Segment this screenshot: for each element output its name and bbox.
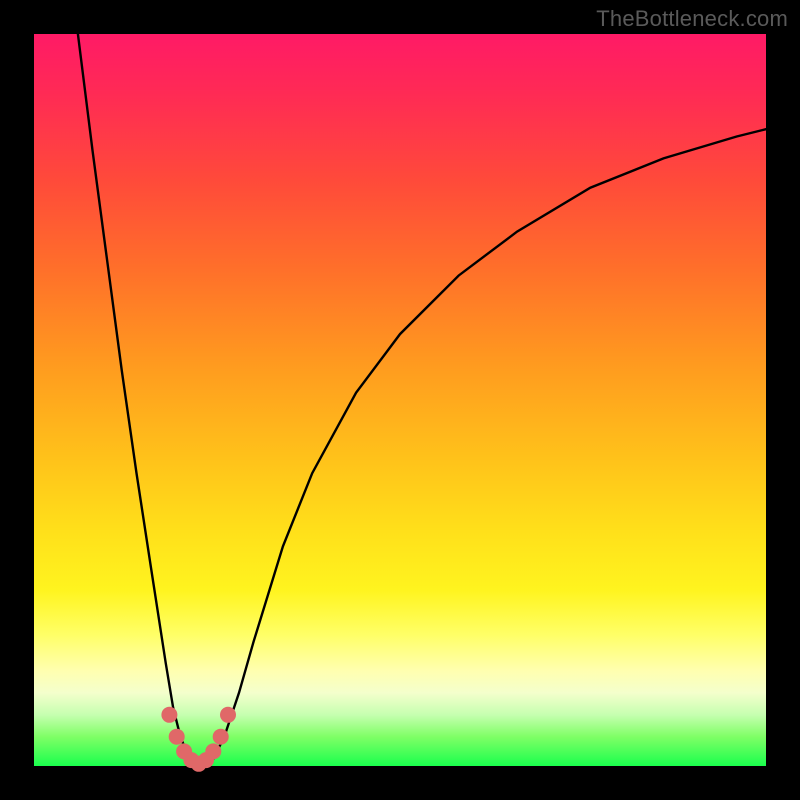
- highlight-dot-group: [161, 707, 236, 772]
- curve-layer: [34, 34, 766, 766]
- highlight-dot: [220, 707, 236, 723]
- highlight-dot: [161, 707, 177, 723]
- highlight-dot: [205, 743, 221, 759]
- highlight-dot: [169, 729, 185, 745]
- watermark-text: TheBottleneck.com: [596, 6, 788, 32]
- highlight-dot: [213, 729, 229, 745]
- curve-right-branch: [210, 129, 766, 766]
- chart-frame: TheBottleneck.com: [0, 0, 800, 800]
- plot-area: [34, 34, 766, 766]
- curve-left-branch: [78, 34, 195, 766]
